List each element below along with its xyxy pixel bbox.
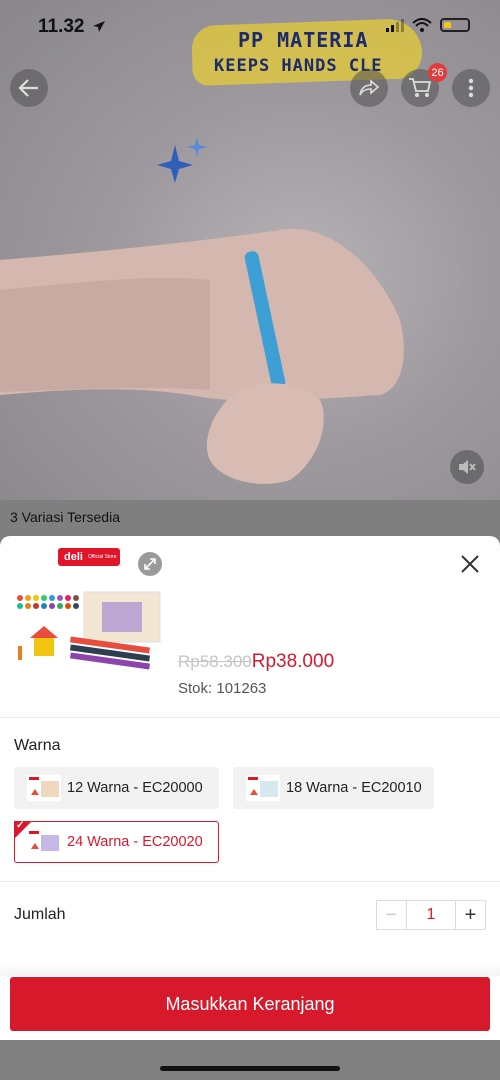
variant-thumbnail xyxy=(27,775,61,801)
divider xyxy=(0,717,500,718)
battery-icon xyxy=(440,18,470,32)
status-bar: 11.32 xyxy=(0,0,500,56)
quantity-label: Jumlah xyxy=(14,906,66,923)
cellular-signal-icon xyxy=(386,18,404,32)
brand-badge: deli Official Store xyxy=(58,548,120,566)
variant-option-18-warna[interactable]: 18 Warna - EC20010 xyxy=(233,767,434,809)
variant-option-label: 18 Warna - EC20010 xyxy=(286,780,422,796)
variants-available-text: 3 Variasi Tersedia xyxy=(10,509,120,525)
variant-selection-sheet: deli Official Store Rp58.300 Rp38.000 St… xyxy=(0,536,500,1080)
close-icon[interactable] xyxy=(458,552,482,576)
home-indicator[interactable] xyxy=(160,1066,340,1071)
mute-button[interactable] xyxy=(450,450,484,484)
price-row: Rp58.300 Rp38.000 xyxy=(178,651,334,673)
divider xyxy=(0,881,500,882)
share-button[interactable] xyxy=(350,69,388,107)
color-label: Warna xyxy=(14,737,61,754)
brand-badge-text: deli xyxy=(64,551,83,563)
variant-thumbnail xyxy=(246,775,280,801)
decrease-quantity-button[interactable]: − xyxy=(377,901,407,929)
add-to-cart-button[interactable]: Masukkan Keranjang xyxy=(10,977,490,1031)
quantity-value[interactable]: 1 xyxy=(407,901,455,929)
variant-option-24-warna[interactable]: ✓ 24 Warna - EC20020 xyxy=(14,820,219,863)
arrow-left-icon xyxy=(18,79,38,97)
home-bar-area xyxy=(0,1040,500,1080)
variant-thumbnail xyxy=(27,829,61,855)
speaker-muted-icon xyxy=(459,460,476,474)
sheet-footer-shade xyxy=(0,962,500,976)
location-arrow-icon xyxy=(93,21,105,32)
increase-quantity-button[interactable]: + xyxy=(455,901,485,929)
variant-option-label: 24 Warna - EC20020 xyxy=(67,834,203,850)
original-price: Rp58.300 xyxy=(178,652,252,671)
status-time: 11.32 xyxy=(38,16,85,37)
share-icon xyxy=(359,79,380,96)
check-icon: ✓ xyxy=(16,820,25,831)
sparkle-icon xyxy=(157,137,207,183)
discounted-price: Rp38.000 xyxy=(251,651,335,672)
wifi-icon xyxy=(412,18,432,32)
product-image xyxy=(12,590,162,676)
back-button[interactable] xyxy=(10,69,48,107)
hand-with-crayon-illustration xyxy=(0,228,404,484)
more-options-button[interactable] xyxy=(452,69,490,107)
cart-button[interactable]: 26 xyxy=(401,63,447,107)
shopping-cart-icon xyxy=(409,78,432,97)
cart-count-badge: 26 xyxy=(428,63,447,82)
quantity-stepper: − 1 + xyxy=(376,900,486,930)
brand-badge-sub: Official Store xyxy=(87,554,117,560)
variant-option-label: 12 Warna - EC20000 xyxy=(67,780,203,796)
expand-image-button[interactable] xyxy=(138,552,162,576)
stock-count: Stok: 101263 xyxy=(178,680,267,697)
more-vertical-icon xyxy=(468,78,474,98)
expand-icon xyxy=(144,558,156,570)
variant-option-12-warna[interactable]: 12 Warna - EC20000 xyxy=(14,767,219,809)
